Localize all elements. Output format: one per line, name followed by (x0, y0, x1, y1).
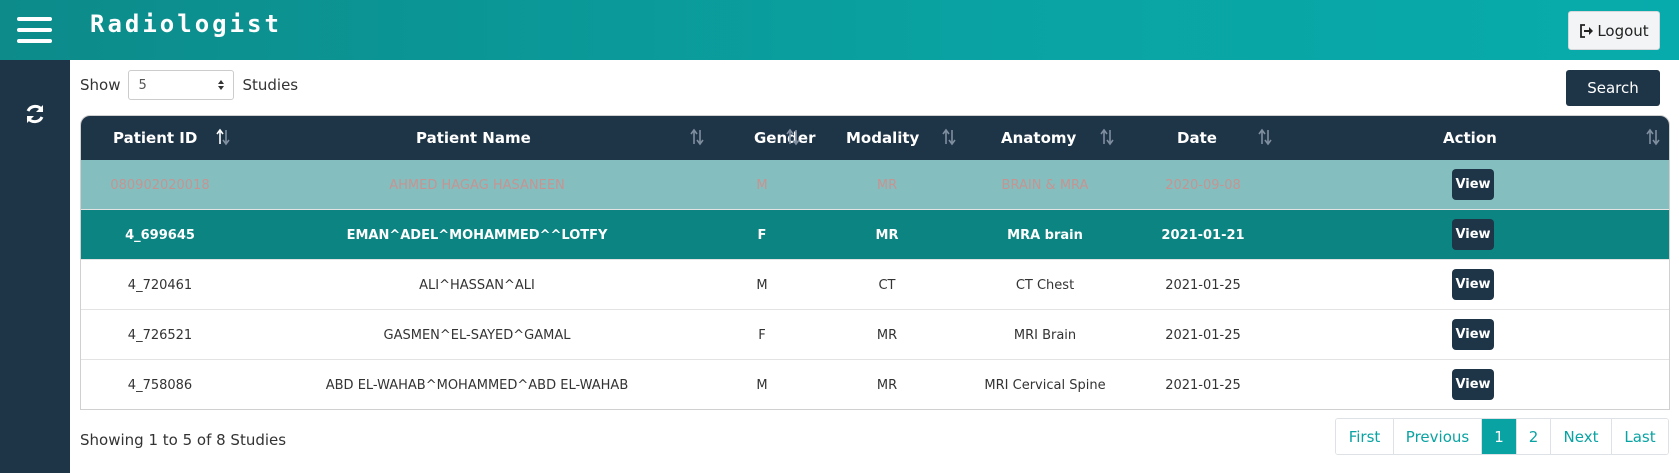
sort-arrows-icon[interactable] (1099, 128, 1115, 146)
cell-anatomy: MRI Brain (1013, 327, 1077, 343)
results-info: Showing 1 to 5 of 8 Studies (80, 431, 287, 449)
table-row[interactable]: 4_758086 ABD EL-WAHAB^MOHAMMED^ABD EL-WA… (81, 360, 1669, 409)
cell-gender: M (756, 177, 768, 193)
page-previous[interactable]: Previous (1394, 419, 1482, 454)
cell-date: 2021-01-25 (1165, 327, 1241, 343)
table-row[interactable]: 4_720461 ALI^HASSAN^ALI M CT CT Chest 20… (81, 260, 1669, 310)
cell-modality: CT (878, 277, 896, 293)
pagination: First Previous 1 2 Next Last (1335, 418, 1669, 455)
cell-patient-id: 4_699645 (125, 227, 195, 243)
view-button[interactable]: View (1452, 169, 1494, 200)
page-number-1[interactable]: 1 (1482, 419, 1517, 454)
view-button[interactable]: View (1452, 369, 1494, 400)
cell-date: 2020-09-08 (1165, 177, 1241, 193)
column-header-modality[interactable]: Modality (846, 116, 919, 160)
cell-anatomy: MRA brain (1007, 227, 1083, 243)
page-size-control: Show 5 Studies (80, 70, 298, 100)
page-first[interactable]: First (1336, 419, 1394, 454)
app-title: Radiologist (90, 10, 282, 38)
sidebar (0, 60, 70, 473)
view-button[interactable]: View (1452, 219, 1494, 250)
cell-patient-name: ALI^HASSAN^ALI (419, 277, 535, 293)
cell-date: 2021-01-25 (1165, 277, 1241, 293)
search-button[interactable]: Search (1566, 70, 1660, 106)
cell-patient-id: 4_720461 (127, 277, 193, 293)
page-last[interactable]: Last (1612, 419, 1668, 454)
show-label: Show (80, 76, 121, 94)
cell-modality: MR (876, 327, 898, 343)
cell-anatomy: MRI Cervical Spine (984, 377, 1106, 393)
view-button[interactable]: View (1452, 319, 1494, 350)
sort-arrows-icon[interactable] (785, 128, 801, 146)
select-caret-icon (218, 80, 225, 90)
cell-date: 2021-01-25 (1165, 377, 1241, 393)
sort-asc-icon[interactable] (215, 128, 231, 146)
studies-table: Patient ID Patient Name Gender Modality … (80, 115, 1670, 410)
table-row[interactable]: 080902020018 AHMED HAGAG HASANEEN M MR B… (81, 160, 1669, 210)
cell-gender: M (756, 377, 768, 393)
cell-patient-name: GASMEN^EL-SAYED^GAMAL (383, 327, 571, 343)
table-header: Patient ID Patient Name Gender Modality … (81, 116, 1669, 160)
cell-patient-name: AHMED HAGAG HASANEEN (389, 177, 565, 193)
cell-gender: M (756, 277, 768, 293)
refresh-icon[interactable] (23, 102, 47, 126)
column-header-anatomy[interactable]: Anatomy (1001, 116, 1076, 160)
column-header-date[interactable]: Date (1177, 116, 1217, 160)
logout-label: Logout (1597, 21, 1649, 40)
sort-arrows-icon[interactable] (689, 128, 705, 146)
column-header-patient-id[interactable]: Patient ID (113, 116, 197, 160)
page-next[interactable]: Next (1551, 419, 1612, 454)
cell-anatomy: CT Chest (1015, 277, 1075, 293)
cell-gender: F (758, 327, 766, 343)
cell-modality: MR (876, 177, 898, 193)
cell-modality: MR (876, 377, 898, 393)
view-button[interactable]: View (1452, 269, 1494, 300)
column-header-action: Action (1443, 129, 1497, 147)
top-bar: Radiologist Logout (0, 0, 1679, 60)
page-number-2[interactable]: 2 (1517, 419, 1551, 454)
page-size-select[interactable]: 5 (128, 70, 235, 100)
cell-gender: F (757, 227, 767, 243)
cell-patient-id: 080902020018 (110, 177, 210, 193)
cell-anatomy: BRAIN & MRA (1001, 177, 1089, 193)
cell-patient-id: 4_758086 (127, 377, 193, 393)
table-row[interactable]: 4_699645 EMAN^ADEL^MOHAMMED^^LOTFY F MR … (81, 210, 1669, 260)
cell-patient-id: 4_726521 (127, 327, 193, 343)
cell-patient-name: ABD EL-WAHAB^MOHAMMED^ABD EL-WAHAB (325, 377, 629, 393)
table-row[interactable]: 4_726521 GASMEN^EL-SAYED^GAMAL F MR MRI … (81, 310, 1669, 360)
sort-arrows-icon[interactable] (941, 128, 957, 146)
cell-modality: MR (875, 227, 899, 243)
hamburger-menu-icon[interactable] (17, 17, 52, 43)
cell-patient-name: EMAN^ADEL^MOHAMMED^^LOTFY (346, 227, 608, 243)
page-size-value: 5 (138, 77, 147, 93)
studies-label: Studies (242, 76, 299, 94)
sort-arrows-icon[interactable] (1645, 128, 1661, 146)
cell-date: 2021-01-21 (1161, 227, 1245, 243)
sign-out-icon (1580, 23, 1594, 38)
column-header-patient-name[interactable]: Patient Name (416, 116, 531, 160)
logout-button[interactable]: Logout (1568, 11, 1660, 50)
sort-arrows-icon[interactable] (1257, 128, 1273, 146)
